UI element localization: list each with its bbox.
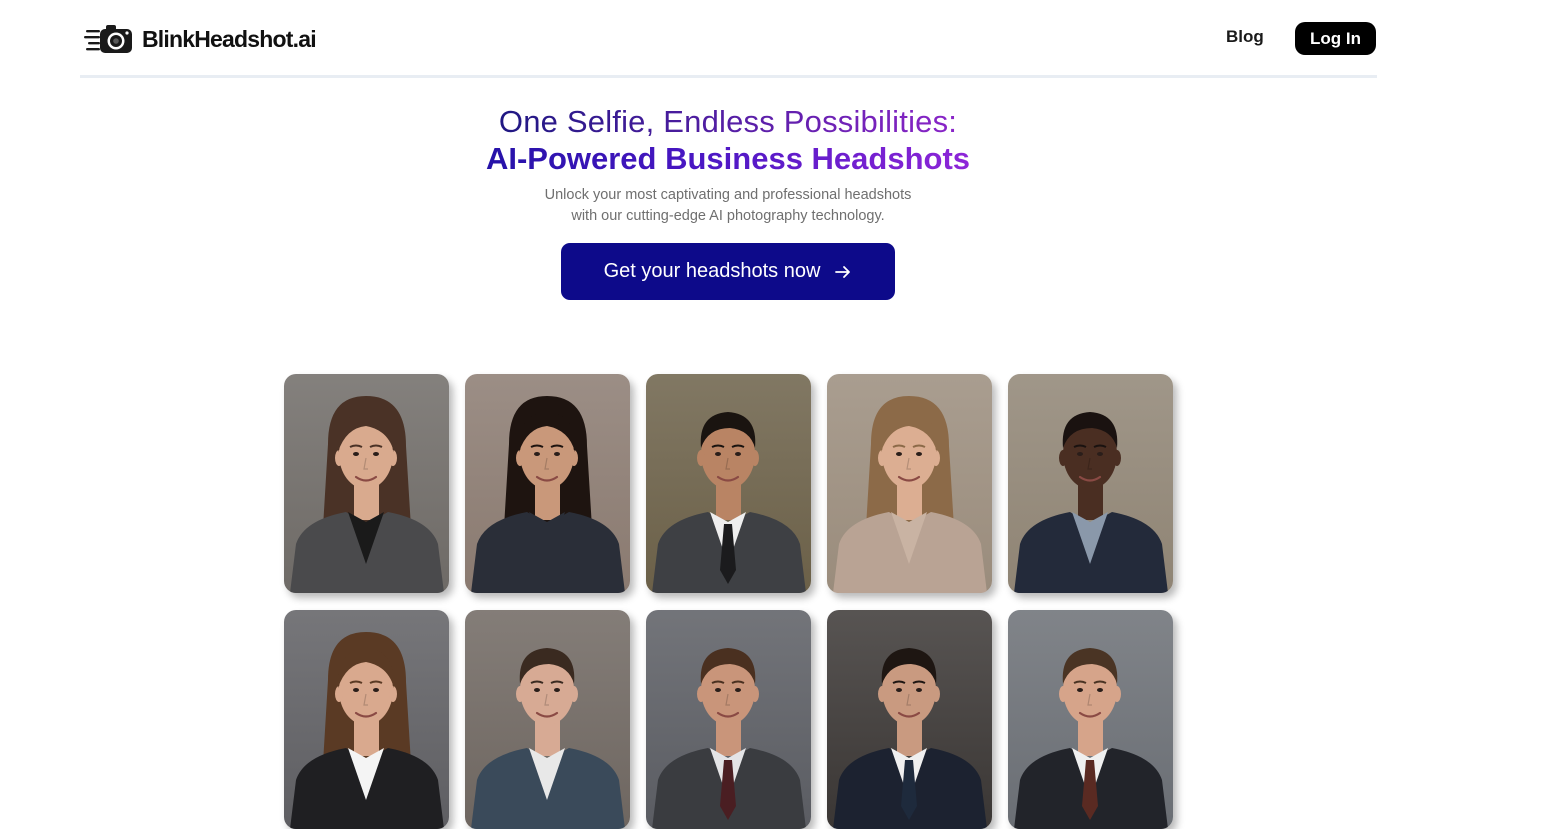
hero-title-line1: One Selfie, Endless Possibilities: <box>0 103 1456 141</box>
logo-text: BlinkHeadshot.ai <box>142 25 317 52</box>
headshot-photo <box>284 374 449 593</box>
hero-title-line1-text: One Selfie, Endless Possibilities: <box>498 104 958 139</box>
headshot-photo <box>646 374 811 593</box>
headshot-photo <box>465 610 630 829</box>
headshot-card <box>284 374 449 593</box>
login-button[interactable]: Log In <box>1295 22 1376 55</box>
headshot-photo <box>465 374 630 593</box>
headshot-card <box>465 374 630 593</box>
headshot-card <box>646 610 811 829</box>
headshot-card <box>1008 374 1173 593</box>
headshot-card <box>827 374 992 593</box>
headshot-photo <box>827 374 992 593</box>
hero-subtitle-line1: Unlock your most captivating and profess… <box>544 187 912 203</box>
headshot-photo <box>1008 374 1173 593</box>
hero-subtitle: Unlock your most captivating and profess… <box>0 185 1456 227</box>
headshot-photo <box>827 610 992 829</box>
headshot-card <box>465 610 630 829</box>
hero-subtitle-line2: with our cutting-edge AI photography tec… <box>571 208 885 224</box>
site-header: BlinkHeadshot.ai Blog Log In <box>80 0 1377 78</box>
arrow-right-icon <box>835 265 851 278</box>
hero-title-line2: AI-Powered Business Headshots <box>0 140 1456 178</box>
headshot-card <box>1008 610 1173 829</box>
nav-blog-link[interactable]: Blog <box>1226 27 1264 47</box>
camera-icon <box>84 25 132 53</box>
logo-link[interactable]: BlinkHeadshot.ai <box>84 20 317 58</box>
headshot-photo <box>284 610 449 829</box>
headshot-card <box>646 374 811 593</box>
get-headshots-button[interactable]: Get your headshots now <box>561 243 895 300</box>
headshot-photo <box>646 610 811 829</box>
headshot-card <box>284 610 449 829</box>
headshot-photo <box>1008 610 1173 829</box>
hero-title-line2-text: AI-Powered Business Headshots <box>485 141 971 176</box>
cta-label: Get your headshots now <box>603 260 821 282</box>
headshot-card <box>827 610 992 829</box>
